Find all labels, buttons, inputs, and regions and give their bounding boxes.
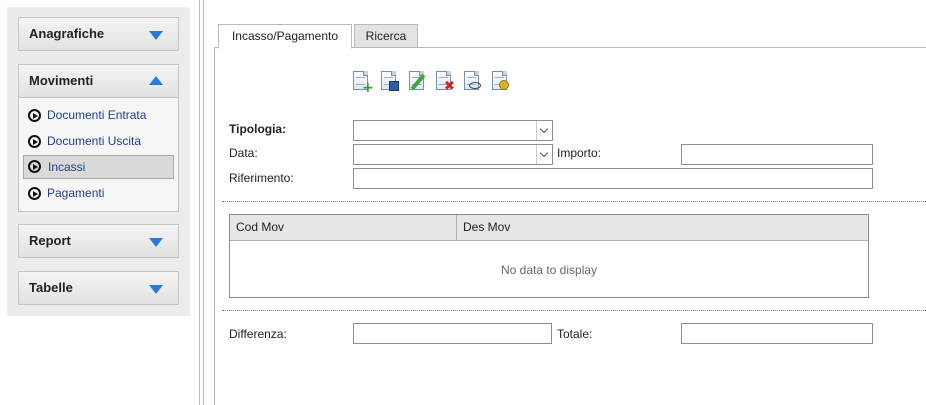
- section-divider: [222, 310, 926, 311]
- empty-grid-message: No data to display: [500, 263, 598, 277]
- view-document-icon[interactable]: [462, 70, 484, 94]
- tipologia-label: Tipologia:: [229, 122, 287, 136]
- play-circle-icon: [28, 135, 41, 148]
- column-header-des-mov[interactable]: Des Mov: [457, 215, 868, 240]
- sidebar-item-documenti-uscita[interactable]: Documenti Uscita: [23, 130, 174, 154]
- column-header-cod-mov[interactable]: Cod Mov: [230, 215, 457, 240]
- splitter-handle[interactable]: [203, 0, 204, 405]
- data-label: Data:: [229, 146, 258, 160]
- sidebar-panel: Anagrafiche Movimenti Documenti Entrata …: [7, 7, 190, 316]
- play-circle-icon: [28, 187, 41, 200]
- sidebar-section-anagrafiche[interactable]: Anagrafiche: [18, 17, 179, 51]
- sidebar-item-pagamenti[interactable]: Pagamenti: [23, 182, 174, 206]
- sidebar-item-label: Pagamenti: [47, 186, 105, 200]
- movements-grid[interactable]: Cod Mov Des Mov No data to display: [229, 214, 869, 298]
- sidebar-item-label: Incassi: [48, 160, 86, 174]
- importo-field[interactable]: [681, 144, 873, 165]
- chevron-down-icon[interactable]: [536, 145, 552, 164]
- riferimento-label: Riferimento:: [229, 171, 294, 185]
- movimenti-list: Documenti Entrata Documenti Uscita Incas…: [18, 98, 179, 212]
- totale-field[interactable]: [681, 323, 873, 344]
- sidebar-item-label: Documenti Uscita: [47, 134, 142, 148]
- riferimento-field[interactable]: [353, 168, 873, 189]
- tab-incasso-pagamento[interactable]: Incasso/Pagamento: [218, 24, 352, 49]
- tipologia-select[interactable]: [353, 120, 553, 141]
- save-document-icon[interactable]: [379, 70, 401, 94]
- sidebar-section-report[interactable]: Report: [18, 224, 179, 258]
- play-circle-icon: [28, 160, 41, 173]
- edit-document-icon[interactable]: [407, 70, 429, 94]
- section-label: Tabelle: [29, 280, 73, 295]
- chevron-up-icon: [149, 76, 163, 85]
- splitter-line: [199, 0, 200, 405]
- play-circle-icon: [28, 109, 41, 122]
- delete-document-icon[interactable]: ✖: [434, 70, 456, 94]
- section-label: Anagrafiche: [29, 26, 105, 41]
- section-label: Report: [29, 233, 71, 248]
- sidebar-item-label: Documenti Entrata: [47, 108, 147, 122]
- sidebar-item-documenti-entrata[interactable]: Documenti Entrata: [23, 104, 174, 128]
- differenza-field[interactable]: [353, 323, 552, 344]
- content-border: [214, 47, 215, 405]
- data-date-field[interactable]: [353, 144, 553, 165]
- new-document-icon[interactable]: +: [351, 70, 374, 95]
- differenza-label: Differenza:: [229, 327, 287, 341]
- tab-ricerca[interactable]: Ricerca: [354, 24, 418, 48]
- sidebar-item-incassi[interactable]: Incassi: [23, 155, 174, 179]
- document-settings-icon[interactable]: [490, 70, 512, 94]
- sidebar-section-movimenti[interactable]: Movimenti: [18, 64, 179, 98]
- chevron-down-icon: [149, 238, 163, 247]
- chevron-down-icon: [149, 285, 163, 294]
- grid-header: Cod Mov Des Mov: [230, 215, 868, 241]
- sidebar-section-tabelle[interactable]: Tabelle: [18, 271, 179, 305]
- totale-label: Totale:: [557, 327, 593, 341]
- chevron-down-icon: [149, 31, 163, 40]
- section-label: Movimenti: [29, 73, 94, 88]
- importo-label: Importo:: [557, 146, 602, 160]
- section-divider: [222, 201, 926, 202]
- chevron-down-icon[interactable]: [536, 121, 552, 140]
